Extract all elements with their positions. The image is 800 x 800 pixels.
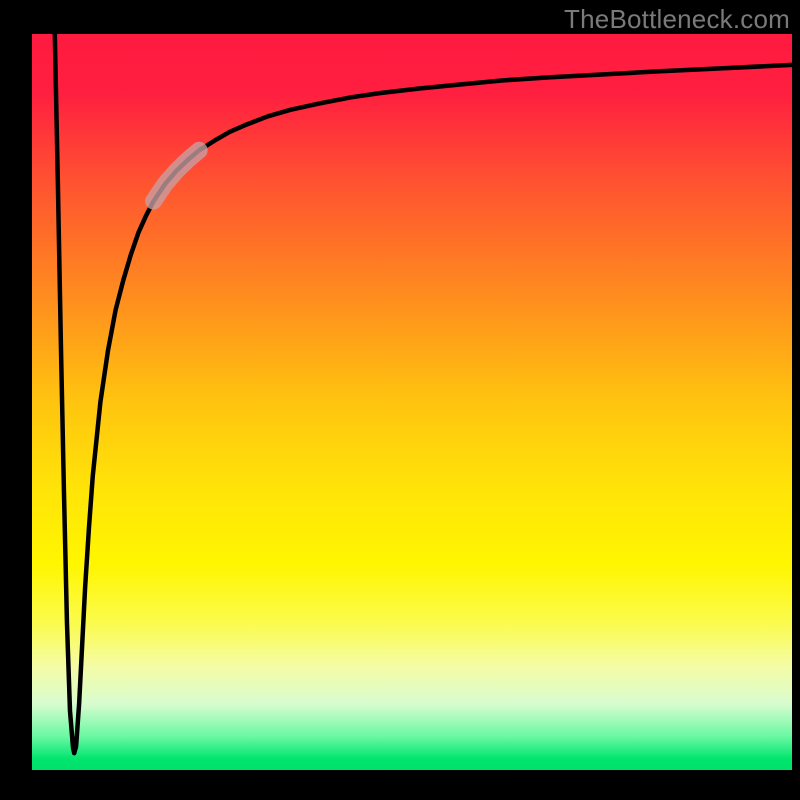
attribution-label: TheBottleneck.com	[564, 4, 790, 35]
curve-min-point	[72, 751, 76, 755]
plot-background	[32, 34, 792, 770]
bottleneck-curve-chart	[0, 0, 800, 800]
chart-container: TheBottleneck.com	[0, 0, 800, 800]
